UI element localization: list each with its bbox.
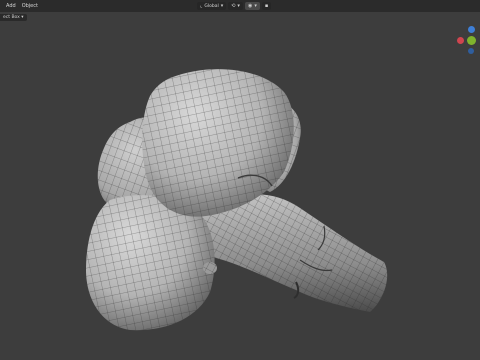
overlay-toggle[interactable]: ▪ bbox=[261, 2, 272, 10]
snap-icon: ⟲ bbox=[231, 3, 236, 9]
object-menu[interactable]: Object bbox=[19, 0, 41, 12]
tool-settings-row: ect Box ▾ bbox=[0, 12, 27, 21]
chevron-down-icon: ▾ bbox=[237, 3, 240, 9]
axis-x-icon[interactable] bbox=[457, 37, 464, 44]
proportional-edit-toggle[interactable]: ◉ ▾ bbox=[244, 2, 260, 10]
snap-toggle[interactable]: ⟲ ▾ bbox=[228, 2, 243, 10]
axis-z-icon[interactable] bbox=[468, 26, 475, 33]
transform-pivot-icon: ⌞ bbox=[200, 3, 203, 9]
overlay-icon: ▪ bbox=[264, 3, 269, 9]
transform-orientation-dropdown[interactable]: ⌞ Global ▾ bbox=[197, 2, 227, 10]
transform-orientation-label: Global bbox=[204, 3, 219, 9]
axis-y-icon[interactable] bbox=[467, 36, 476, 45]
viewport-tools: ⌞ Global ▾ ⟲ ▾ ◉ ▾ ▪ bbox=[197, 1, 272, 11]
select-box-dropdown[interactable]: ect Box ▾ bbox=[0, 13, 27, 21]
proportional-edit-icon: ◉ bbox=[247, 3, 253, 9]
axis-neg-z-icon[interactable] bbox=[468, 48, 474, 54]
chevron-down-icon: ▾ bbox=[220, 3, 224, 9]
mesh-bud bbox=[203, 262, 217, 274]
add-menu[interactable]: Add bbox=[3, 0, 19, 12]
sculpt-mesh[interactable] bbox=[0, 0, 480, 360]
3d-viewport[interactable]: Add Object ⌞ Global ▾ ⟲ ▾ ◉ ▾ ▪ ect Box … bbox=[0, 0, 480, 360]
mesh-top-lobe bbox=[142, 69, 294, 217]
navigation-gizmo[interactable] bbox=[456, 22, 480, 58]
chevron-down-icon: ▾ bbox=[254, 3, 257, 9]
